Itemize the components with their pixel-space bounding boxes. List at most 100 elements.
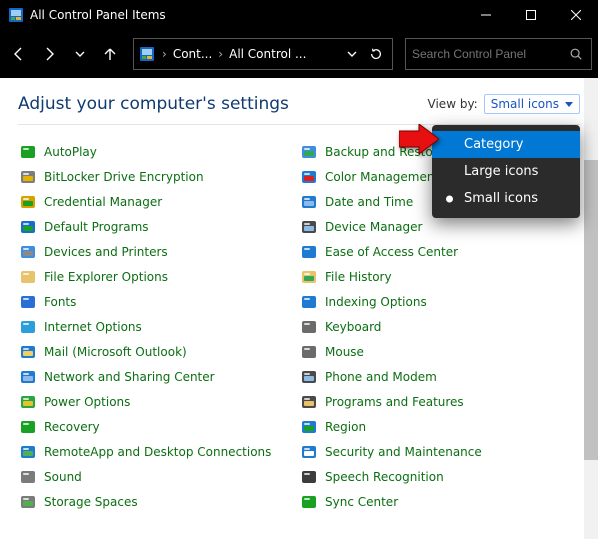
item-label: Recovery <box>44 420 100 434</box>
item-label: File History <box>325 270 392 284</box>
annotation-arrow <box>399 124 439 154</box>
item-ease-of-access[interactable]: Ease of Access Center <box>299 239 580 264</box>
item-mail[interactable]: Mail (Microsoft Outlook) <box>18 339 299 364</box>
view-by-dropdown[interactable]: Small icons <box>484 94 580 114</box>
ease-of-access-icon <box>299 243 319 261</box>
fonts-icon <box>18 293 38 311</box>
menu-item-label: Small icons <box>464 191 538 206</box>
minimize-button[interactable] <box>463 0 508 30</box>
sync-center-icon <box>299 493 319 511</box>
item-label: Speech Recognition <box>325 470 444 484</box>
item-label: Region <box>325 420 366 434</box>
search-icon[interactable] <box>567 45 585 63</box>
item-label: Phone and Modem <box>325 370 437 384</box>
item-security-maintenance[interactable]: Security and Maintenance <box>299 439 580 464</box>
item-sound[interactable]: Sound <box>18 464 299 489</box>
back-button[interactable] <box>6 40 32 68</box>
menu-item-label: Large icons <box>464 164 538 179</box>
mouse-icon <box>299 343 319 361</box>
remoteapp-icon <box>18 443 38 461</box>
color-management-icon <box>299 168 319 186</box>
sound-icon <box>18 468 38 486</box>
item-region[interactable]: Region <box>299 414 580 439</box>
nav-bar: › Cont... › All Control ... <box>0 30 598 78</box>
item-file-history[interactable]: File History <box>299 264 580 289</box>
default-programs-icon <box>18 218 38 236</box>
item-remoteapp[interactable]: RemoteApp and Desktop Connections <box>18 439 299 464</box>
item-label: Storage Spaces <box>44 495 138 509</box>
item-label: Programs and Features <box>325 395 464 409</box>
item-label: Mail (Microsoft Outlook) <box>44 345 187 359</box>
item-label: Keyboard <box>325 320 381 334</box>
view-by-menu: Category Large icons Small icons <box>432 125 580 218</box>
item-internet-options[interactable]: Internet Options <box>18 314 299 339</box>
item-credential-manager[interactable]: Credential Manager <box>18 189 299 214</box>
item-label: Power Options <box>44 395 130 409</box>
item-label: Device Manager <box>325 220 422 234</box>
address-bar[interactable]: › Cont... › All Control ... <box>133 38 393 70</box>
scrollbar-thumb[interactable] <box>584 160 598 460</box>
bitlocker-icon <box>18 168 38 186</box>
search-input[interactable] <box>412 47 567 61</box>
breadcrumb-root[interactable]: Cont... <box>173 47 212 61</box>
item-label: Network and Sharing Center <box>44 370 215 384</box>
item-label: Sync Center <box>325 495 398 509</box>
history-dropdown-button[interactable] <box>67 40 93 68</box>
search-box[interactable] <box>405 38 592 70</box>
chevron-down-icon <box>565 102 573 107</box>
close-button[interactable] <box>553 0 598 30</box>
item-devices-printers[interactable]: Devices and Printers <box>18 239 299 264</box>
item-label: Ease of Access Center <box>325 245 458 259</box>
item-label: Indexing Options <box>325 295 427 309</box>
control-panel-icon <box>138 45 156 63</box>
title-bar: All Control Panel Items <box>0 0 598 30</box>
item-speech-recognition[interactable]: Speech Recognition <box>299 464 580 489</box>
item-label: Default Programs <box>44 220 149 234</box>
item-label: BitLocker Drive Encryption <box>44 170 204 184</box>
menu-item-small-icons[interactable]: Small icons <box>434 185 578 212</box>
control-panel-icon <box>8 7 24 23</box>
security-maintenance-icon <box>299 443 319 461</box>
item-label: Mouse <box>325 345 364 359</box>
up-button[interactable] <box>97 40 123 68</box>
view-by-label: View by: <box>428 97 478 111</box>
item-network-sharing[interactable]: Network and Sharing Center <box>18 364 299 389</box>
speech-recognition-icon <box>299 468 319 486</box>
item-label: Sound <box>44 470 82 484</box>
view-by-value: Small icons <box>491 97 559 111</box>
item-label: Date and Time <box>325 195 413 209</box>
device-manager-icon <box>299 218 319 236</box>
item-keyboard[interactable]: Keyboard <box>299 314 580 339</box>
item-bitlocker[interactable]: BitLocker Drive Encryption <box>18 164 299 189</box>
credential-manager-icon <box>18 193 38 211</box>
date-time-icon <box>299 193 319 211</box>
item-storage-spaces[interactable]: Storage Spaces <box>18 489 299 514</box>
maximize-button[interactable] <box>508 0 553 30</box>
item-phone-modem[interactable]: Phone and Modem <box>299 364 580 389</box>
menu-item-large-icons[interactable]: Large icons <box>434 158 578 185</box>
chevron-right-icon: › <box>218 47 223 61</box>
chevron-right-icon: › <box>162 47 167 61</box>
item-mouse[interactable]: Mouse <box>299 339 580 364</box>
menu-item-category[interactable]: Category <box>432 131 580 158</box>
item-power-options[interactable]: Power Options <box>18 389 299 414</box>
breadcrumb-current[interactable]: All Control ... <box>229 47 306 61</box>
forward-button[interactable] <box>36 40 62 68</box>
refresh-button[interactable] <box>364 42 388 66</box>
item-recovery[interactable]: Recovery <box>18 414 299 439</box>
address-dropdown-button[interactable] <box>340 42 364 66</box>
item-fonts[interactable]: Fonts <box>18 289 299 314</box>
item-indexing-options[interactable]: Indexing Options <box>299 289 580 314</box>
item-sync-center[interactable]: Sync Center <box>299 489 580 514</box>
item-label: Devices and Printers <box>44 245 168 259</box>
item-default-programs[interactable]: Default Programs <box>18 214 299 239</box>
network-sharing-icon <box>18 368 38 386</box>
autoplay-icon <box>18 143 38 161</box>
file-history-icon <box>299 268 319 286</box>
item-file-explorer-options[interactable]: File Explorer Options <box>18 264 299 289</box>
item-autoplay[interactable]: AutoPlay <box>18 139 299 164</box>
indexing-options-icon <box>299 293 319 311</box>
item-programs-features[interactable]: Programs and Features <box>299 389 580 414</box>
item-label: Internet Options <box>44 320 142 334</box>
storage-spaces-icon <box>18 493 38 511</box>
